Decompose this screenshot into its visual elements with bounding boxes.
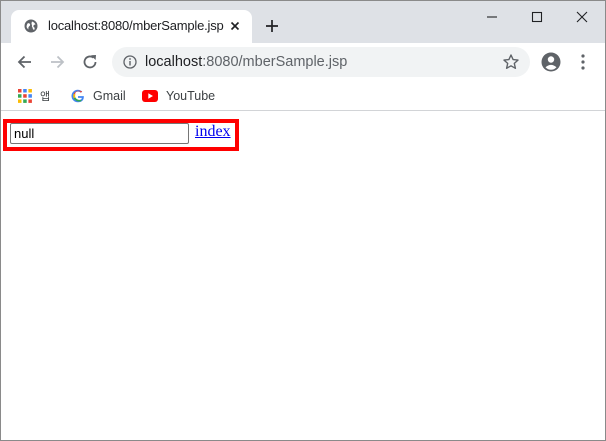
reload-icon[interactable] (80, 52, 100, 72)
kebab-menu-icon[interactable] (577, 53, 589, 71)
url-path: :8080/mberSample.jsp (202, 54, 348, 70)
text-input[interactable] (10, 123, 189, 144)
google-icon (71, 89, 84, 103)
bookmark-youtube-label: YouTube (166, 89, 216, 103)
tab-title: localhost:8080/mberSample.jsp (48, 18, 224, 33)
close-window-icon[interactable] (572, 7, 592, 27)
bookmark-apps[interactable]: 앱 (18, 86, 50, 106)
url-host: localhost (145, 54, 203, 70)
tab-close-icon[interactable] (228, 19, 242, 33)
page-content: index (1, 112, 605, 440)
bookmarks-bar: 앱 Gmail YouTube (1, 81, 605, 111)
star-bookmark-icon[interactable] (502, 53, 520, 71)
youtube-icon (142, 90, 158, 102)
address-bar[interactable]: localhost:8080/mberSample.jsp (112, 47, 530, 77)
bookmark-gmail[interactable]: Gmail (71, 86, 126, 106)
tab-strip: localhost:8080/mberSample.jsp (1, 1, 605, 43)
bookmark-apps-label: 앱 (40, 91, 51, 103)
new-tab-icon[interactable] (264, 18, 280, 34)
url-text: localhost:8080/mberSample.jsp (145, 54, 347, 70)
bookmark-gmail-label: Gmail (93, 89, 126, 103)
browser-window: localhost:8080/mberSample.jsp localhost:… (0, 0, 606, 441)
info-icon[interactable] (123, 55, 137, 69)
profile-avatar-icon[interactable] (541, 52, 561, 72)
apps-grid-icon (18, 89, 32, 103)
minimize-icon[interactable] (482, 7, 502, 27)
browser-toolbar: localhost:8080/mberSample.jsp (1, 43, 605, 81)
globe-icon (24, 19, 38, 33)
maximize-icon[interactable] (527, 7, 547, 27)
back-arrow-icon[interactable] (15, 52, 35, 72)
active-tab[interactable]: localhost:8080/mberSample.jsp (11, 10, 252, 43)
bookmark-youtube[interactable]: YouTube (142, 86, 215, 106)
index-link[interactable]: index (195, 123, 231, 141)
forward-arrow-icon[interactable] (47, 52, 67, 72)
